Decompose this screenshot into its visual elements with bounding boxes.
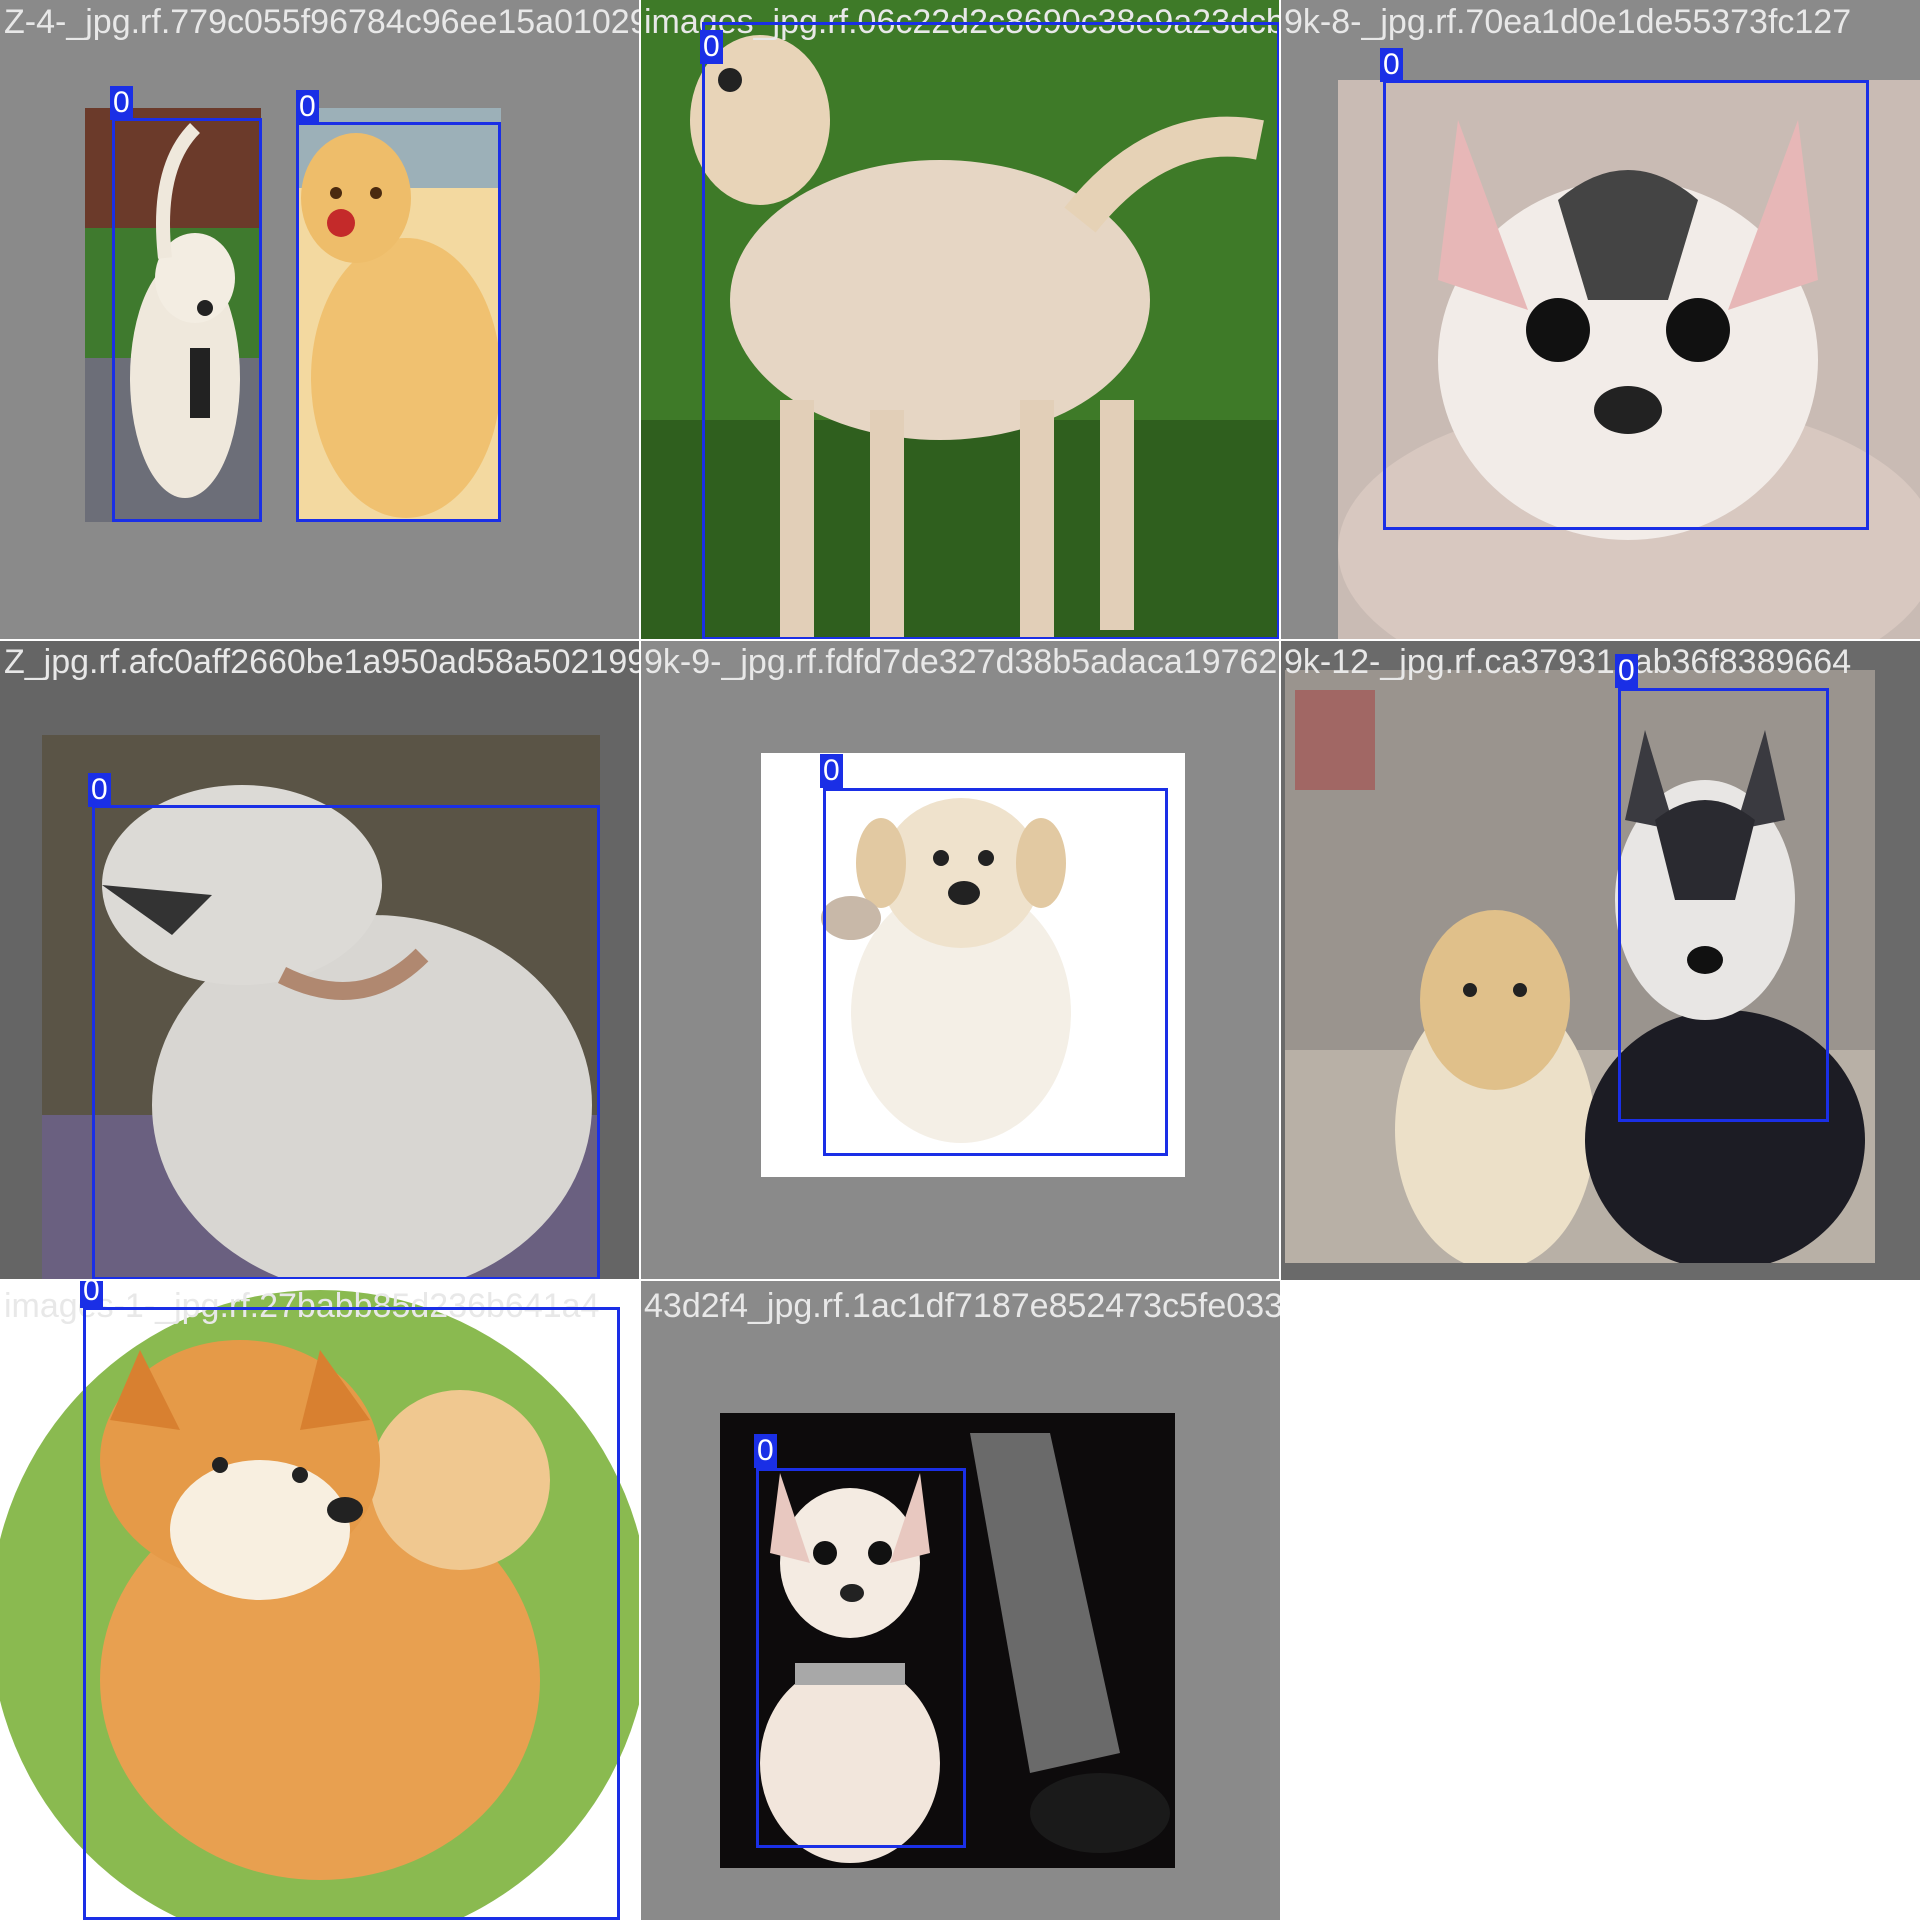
image-filename: 9k-12-_jpg.rf.ca37931aab36f8389664 (1284, 643, 1852, 681)
image-filename: 9k-8-_jpg.rf.70ea1d0e1de55373fc127 (1284, 3, 1852, 41)
mosaic-tile-5: 9k-9-_jpg.rf.fdfd7de327d38b5adaca19762 0 (640, 640, 1280, 1280)
mosaic-tile-4: Z_jpg.rf.afc0aff2660be1a950ad58a5021996d… (0, 640, 640, 1280)
tile-divider (0, 1279, 1280, 1281)
bounding-box (823, 788, 1168, 1156)
image-filename: Z-4-_jpg.rf.779c055f96784c96ee15a01029fa (4, 3, 640, 41)
bounding-box (112, 118, 262, 522)
bounding-box (92, 805, 600, 1280)
bounding-box (1383, 80, 1869, 530)
class-label: 0 (820, 754, 843, 788)
image-filename: 43d2f4_jpg.rf.1ac1df7187e852473c5fe0337c (644, 1287, 1280, 1325)
bounding-box (83, 1307, 620, 1920)
class-label: 0 (754, 1434, 777, 1468)
image-filename: Z_jpg.rf.afc0aff2660be1a950ad58a5021996d (4, 643, 640, 681)
class-label: 0 (700, 30, 723, 64)
class-label: 0 (1380, 48, 1403, 82)
mosaic-tile-1: Z-4-_jpg.rf.779c055f96784c96ee15a01029fa… (0, 0, 640, 640)
tile-divider (0, 639, 1920, 641)
bounding-box (296, 122, 501, 522)
mosaic-tile-7: images-1-_jpg.rf.27babb85d236b641a4 0 (0, 1280, 640, 1920)
class-label: 0 (80, 1280, 103, 1308)
bounding-box (1618, 688, 1829, 1122)
image-filename: 9k-9-_jpg.rf.fdfd7de327d38b5adaca19762 (644, 643, 1278, 681)
class-label: 0 (88, 773, 111, 807)
class-label: 0 (1615, 654, 1638, 688)
mosaic-tile-3: 9k-8-_jpg.rf.70ea1d0e1de55373fc127 0 (1280, 0, 1920, 640)
class-label: 0 (296, 90, 319, 124)
bounding-box (702, 22, 1280, 640)
tile-divider (639, 0, 641, 1920)
mosaic-tile-6: 9k-12-_jpg.rf.ca37931aab36f8389664 0 (1280, 640, 1920, 1280)
mosaic-tile-8: 43d2f4_jpg.rf.1ac1df7187e852473c5fe0337c… (640, 1280, 1280, 1920)
class-label: 0 (110, 86, 133, 120)
mosaic-tile-2: images_jpg.rf.06c22d2c8690c38e9a23dcb05 … (640, 0, 1280, 640)
bounding-box (756, 1468, 966, 1848)
